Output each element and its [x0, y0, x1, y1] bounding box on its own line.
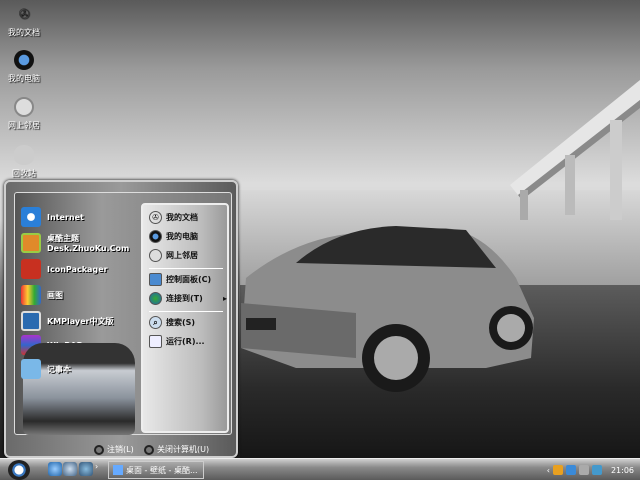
mercedes-logo-icon: ✇: [149, 211, 162, 224]
ime-icon[interactable]: [591, 465, 602, 475]
separator: [149, 311, 223, 312]
system-tray: ‹ 21:06: [541, 460, 640, 480]
menu-item-control-panel[interactable]: 控制面板(C): [149, 273, 211, 286]
start-menu-right-pane: ✇ 我的文档 我的电脑 网上邻居 控制面板(C) 连接到(T) ▸ ⌕ 搜索(S) 运…: [141, 203, 229, 433]
network-icon[interactable]: [565, 465, 576, 475]
menu-item-iconpackager[interactable]: IconPackager: [21, 259, 108, 279]
tray-expand-button[interactable]: ‹: [547, 466, 550, 475]
paint-icon: [21, 285, 41, 305]
menu-item-my-documents[interactable]: ✇ 我的文档: [149, 211, 198, 224]
desktop-icon-my-documents[interactable]: ✇ 我的文档: [0, 4, 48, 38]
wallpaper-car: [241, 226, 534, 392]
start-menu-body: Internet 桌酷主题 Desk.ZhuoKu.Com IconPackage…: [14, 192, 232, 435]
zhuoku-theme-icon: [21, 233, 41, 253]
shutdown-button[interactable]: 关闭计算机(U): [144, 444, 209, 455]
desktop-icon-network[interactable]: 网上邻居: [0, 97, 48, 131]
menu-item-internet[interactable]: Internet: [21, 207, 84, 227]
menu-item-network[interactable]: 网上邻居: [149, 249, 198, 262]
start-menu: Internet 桌酷主题 Desk.ZhuoKu.Com IconPackage…: [4, 180, 238, 458]
taskbar: › 桌面 - 壁纸 - 桌酷... ‹ 21:06: [0, 458, 640, 480]
quicklaunch-media-icon[interactable]: [79, 462, 93, 476]
power-icon: [144, 444, 154, 455]
bmw-logo-icon: [149, 230, 162, 243]
kmplayer-icon: [21, 311, 41, 331]
taskbar-task-button[interactable]: 桌面 - 壁纸 - 桌酷...: [108, 461, 204, 479]
search-icon: ⌕: [149, 316, 162, 329]
bmw-logo-icon: [14, 50, 34, 70]
start-button[interactable]: [8, 460, 30, 480]
clock[interactable]: 21:06: [611, 466, 634, 475]
logoff-button[interactable]: 注销(L): [94, 444, 134, 455]
run-icon: [149, 335, 162, 348]
start-menu-car-image: [23, 343, 135, 435]
window-icon: [113, 465, 123, 475]
desktop-icon-recycle-bin[interactable]: 回收站: [0, 145, 48, 179]
volume-icon[interactable]: [578, 465, 589, 475]
menu-item-paint[interactable]: 画图: [21, 285, 63, 305]
buick-logo-icon: [149, 249, 162, 262]
mercedes-logo-icon: ✇: [18, 6, 30, 22]
connect-icon: [149, 292, 162, 305]
quicklaunch-more-icon[interactable]: ›: [95, 462, 109, 476]
logoff-icon: [94, 444, 104, 455]
menu-item-my-computer[interactable]: 我的电脑: [149, 230, 198, 243]
menu-item-connect-to[interactable]: 连接到(T) ▸: [149, 292, 227, 305]
iconpackager-icon: [21, 259, 41, 279]
buick-logo-icon: [14, 97, 34, 117]
quicklaunch-desktop-icon[interactable]: [48, 462, 62, 476]
menu-item-notepad[interactable]: 记事本: [21, 359, 71, 379]
desktop-icon-my-computer[interactable]: 我的电脑: [0, 50, 48, 84]
wallpaper-bridge: [510, 80, 640, 220]
qq-icon[interactable]: [552, 465, 563, 475]
quicklaunch-ie-icon[interactable]: [63, 462, 77, 476]
submenu-arrow-icon: ▸: [222, 294, 227, 303]
separator: [149, 268, 223, 269]
notepad-icon: [21, 359, 41, 379]
menu-item-zhuoku-theme[interactable]: 桌酷主题 Desk.ZhuoKu.Com: [21, 233, 129, 253]
toyota-logo-icon: [14, 145, 34, 165]
menu-item-kmplayer[interactable]: KMPlayer中文版: [21, 311, 114, 331]
internet-explorer-icon: [21, 207, 41, 227]
control-panel-icon: [149, 273, 162, 286]
menu-item-search[interactable]: ⌕ 搜索(S): [149, 316, 195, 329]
menu-item-run[interactable]: 运行(R)...: [149, 335, 205, 348]
